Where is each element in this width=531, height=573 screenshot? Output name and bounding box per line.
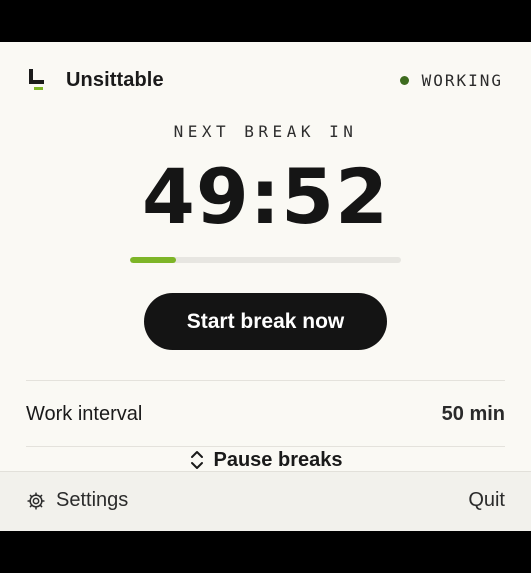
work-interval-row[interactable]: Work interval 50 min bbox=[26, 400, 505, 428]
progress-bar bbox=[130, 257, 401, 263]
start-break-button[interactable]: Start break now bbox=[144, 293, 387, 350]
next-break-label: NEXT BREAK IN bbox=[173, 122, 358, 141]
app-window: Unsittable WORKING NEXT BREAK IN 49:52 S… bbox=[0, 42, 531, 531]
settings-button[interactable]: Settings bbox=[26, 489, 128, 512]
quit-button[interactable]: Quit bbox=[468, 489, 505, 512]
work-interval-value: 50 min bbox=[441, 402, 505, 425]
divider bbox=[26, 380, 505, 381]
brand: Unsittable bbox=[26, 68, 164, 92]
chair-logo-icon bbox=[29, 69, 44, 90]
settings-label: Settings bbox=[56, 489, 129, 511]
status-text: WORKING bbox=[421, 70, 503, 90]
pause-breaks-label: Pause breaks bbox=[213, 448, 343, 471]
footer: Settings Quit bbox=[0, 471, 531, 531]
pause-breaks-button[interactable]: Pause breaks bbox=[0, 447, 531, 473]
gear-icon bbox=[27, 491, 45, 510]
app-name: Unsittable bbox=[66, 68, 164, 91]
countdown-timer: 49:52 bbox=[142, 152, 389, 241]
chevron-up-down-icon bbox=[190, 451, 203, 469]
header: Unsittable WORKING bbox=[26, 66, 503, 94]
progress-fill bbox=[130, 257, 177, 263]
work-interval-label: Work interval bbox=[26, 402, 143, 425]
status-dot bbox=[399, 75, 409, 85]
status-indicator: WORKING bbox=[399, 70, 503, 90]
